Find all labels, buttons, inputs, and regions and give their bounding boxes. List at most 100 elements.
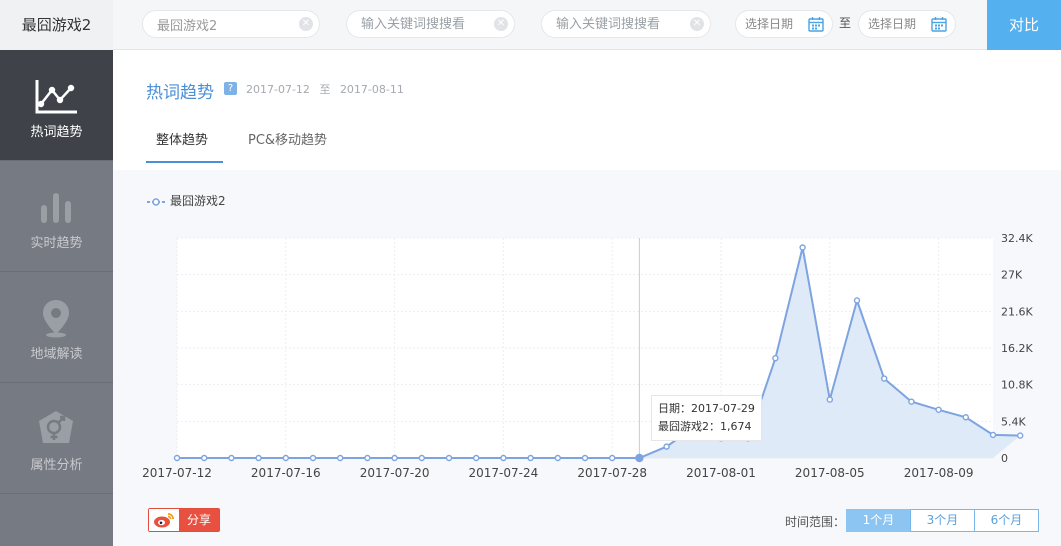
y-tick-label: 27K [1001,269,1023,282]
data-point [581,454,589,462]
data-point [500,454,507,462]
keyword-input-2-wrap: ✕ [346,10,515,38]
data-point [609,454,616,462]
data-point [364,454,371,462]
sidebar: 热词趋势 实时趋势 地域解读 属性分析 [0,50,113,546]
data-point [336,454,344,462]
x-tick-label: 2017-07-24 [469,466,539,480]
calendar-icon [808,17,824,32]
date-separator: 至 [319,83,331,96]
time-range-label: 时间范围： [785,515,846,529]
date-to: 2017-08-11 [339,83,404,96]
range-3-months-button[interactable]: 3个月 [910,509,975,532]
app-title: 最囧游戏2 [0,0,113,50]
compare-button[interactable]: 对比 [987,0,1061,50]
x-tick-label: 2017-08-01 [686,466,756,480]
data-point [445,454,453,462]
share-button[interactable]: 分享 [148,508,220,532]
chart-panel: 最囧游戏2 0 5.4K 10.8K 16.2K 21.6K 27K 32.4K 2017-0… [113,170,1061,546]
sidebar-item-label: 属性分析 [30,458,83,473]
data-point [935,406,942,413]
x-tick-label: 2017-07-16 [251,466,321,480]
data-point [772,354,779,362]
start-date-placeholder: 选择日期 [745,17,794,31]
data-point [908,398,915,405]
keyword-input-3[interactable] [542,11,710,37]
data-point [989,431,997,439]
weibo-icon [149,509,179,531]
trend-chart-icon [35,80,77,114]
y-tick-label: 5.4K [1001,415,1026,428]
data-point [309,454,317,462]
range-6-months-button[interactable]: 6个月 [974,509,1039,532]
data-point [1017,432,1024,439]
start-date-picker[interactable]: 选择日期 [735,10,833,38]
data-point [200,454,208,462]
range-1-month-button[interactable]: 1个月 [846,509,911,532]
sidebar-item-region[interactable]: 地域解读 [0,272,113,383]
y-tick-label: 32.4K [1001,232,1033,245]
y-tick-label: 10.8K [1001,379,1033,392]
top-bar: 最囧游戏2 ✕ ✕ ✕ 选择日期 至 选择日期 [0,0,1061,50]
sidebar-item-label: 实时趋势 [30,236,83,251]
tab-overall-trend[interactable]: 整体趋势 [146,130,223,163]
keyword-input-1-wrap: ✕ [142,10,320,38]
data-point [173,454,181,462]
app-root: 最囧游戏2 ✕ ✕ ✕ 选择日期 至 选择日期 [0,0,1061,546]
sidebar-item-label: 地域解读 [30,347,83,362]
gender-icon [39,411,73,443]
x-tick-label: 2017-07-12 [142,466,212,480]
main-content: 热词趋势 ? 2017-07-12 至 2017-08-11 整体趋势 PC&移… [113,50,1061,546]
trend-chart: 0 5.4K 10.8K 16.2K 21.6K 27K 32.4K 2017-07-12 20… [142,232,1033,480]
data-point [418,454,425,462]
data-point [527,454,534,462]
tooltip-date-value: 2017-07-29 [691,402,755,415]
data-point [799,244,806,251]
x-tick-label: 2017-08-05 [795,466,865,480]
date-to-label: 至 [839,16,852,30]
data-point [473,454,480,462]
calendar-icon [931,17,947,32]
end-date-picker[interactable]: 选择日期 [858,10,956,38]
share-label: 分享 [179,509,219,531]
y-tick-label: 21.6K [1001,305,1033,318]
sidebar-item-label: 热词趋势 [30,125,83,140]
date-from: 2017-07-12 [246,83,310,96]
sidebar-item-hot-trend[interactable]: 热词趋势 [0,50,113,161]
bar-chart-icon [41,193,71,223]
x-tick-label: 2017-07-28 [577,466,647,480]
data-point [282,454,290,462]
chart-tooltip: 日期：2017-07-29 最囧游戏2：1,674 [651,395,762,441]
clear-icon[interactable]: ✕ [690,17,704,31]
x-tick-label: 2017-08-09 [904,466,974,480]
tab-pc-mobile-trend[interactable]: PC&移动趋势 [248,130,327,163]
data-point [554,454,561,462]
keyword-input-2[interactable] [347,11,514,37]
location-pin-icon [43,300,69,338]
end-date-placeholder: 选择日期 [868,17,917,31]
tooltip-series-label: 最囧游戏2： [658,420,720,433]
clear-icon[interactable]: ✕ [299,17,313,31]
tooltip-series-value: 1,674 [720,420,752,433]
data-point [826,396,833,403]
data-point [881,375,888,382]
keyword-input-1[interactable] [143,11,319,37]
data-point [228,454,235,462]
x-tick-label: 2017-07-20 [360,466,430,480]
data-point [663,443,670,450]
y-tick-label: 0 [1001,452,1008,465]
data-point [255,454,262,462]
sidebar-item-realtime-trend[interactable]: 实时趋势 [0,161,113,272]
date-range: 2017-07-12 至 2017-08-11 [246,81,404,97]
data-point [853,297,861,304]
data-point [962,414,969,421]
tooltip-date-label: 日期： [658,402,691,415]
data-point [635,453,644,463]
y-tick-label: 16.2K [1001,342,1033,355]
sidebar-item-attribute[interactable]: 属性分析 [0,383,113,494]
keyword-input-3-wrap: ✕ [541,10,711,38]
clear-icon[interactable]: ✕ [494,17,508,31]
time-range-selector: 1个月 3个月 6个月 [846,509,1039,532]
help-icon[interactable]: ? [224,82,237,95]
data-point [391,454,398,462]
